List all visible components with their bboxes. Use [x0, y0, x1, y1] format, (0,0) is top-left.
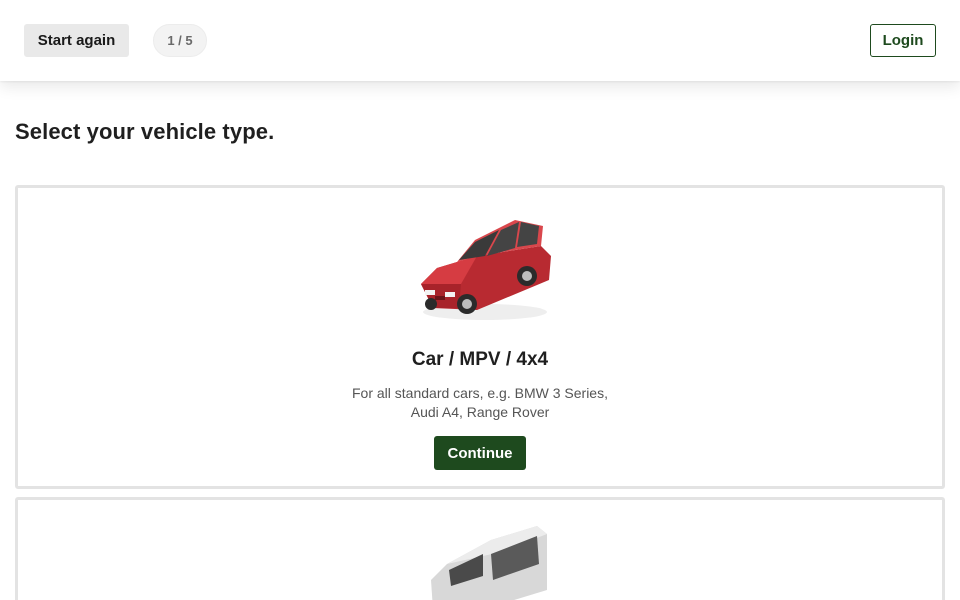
vehicle-card-car[interactable]: Car / MPV / 4x4 For all standard cars, e… [15, 185, 945, 489]
card-description: For all standard cars, e.g. BMW 3 Series… [352, 385, 608, 420]
vehicle-card-van[interactable] [15, 497, 945, 600]
continue-button[interactable]: Continue [434, 436, 526, 470]
card-title: Car / MPV / 4x4 [411, 349, 549, 370]
start-again-button[interactable]: Start again [24, 24, 129, 57]
step-indicator: 1 / 5 [153, 24, 207, 57]
page-title: Select your vehicle type. [15, 119, 275, 144]
white-van-image [431, 526, 547, 600]
red-car-image [421, 220, 551, 320]
top-bar: Start again 1 / 5 Login [0, 0, 960, 81]
login-button[interactable]: Login [870, 24, 936, 57]
